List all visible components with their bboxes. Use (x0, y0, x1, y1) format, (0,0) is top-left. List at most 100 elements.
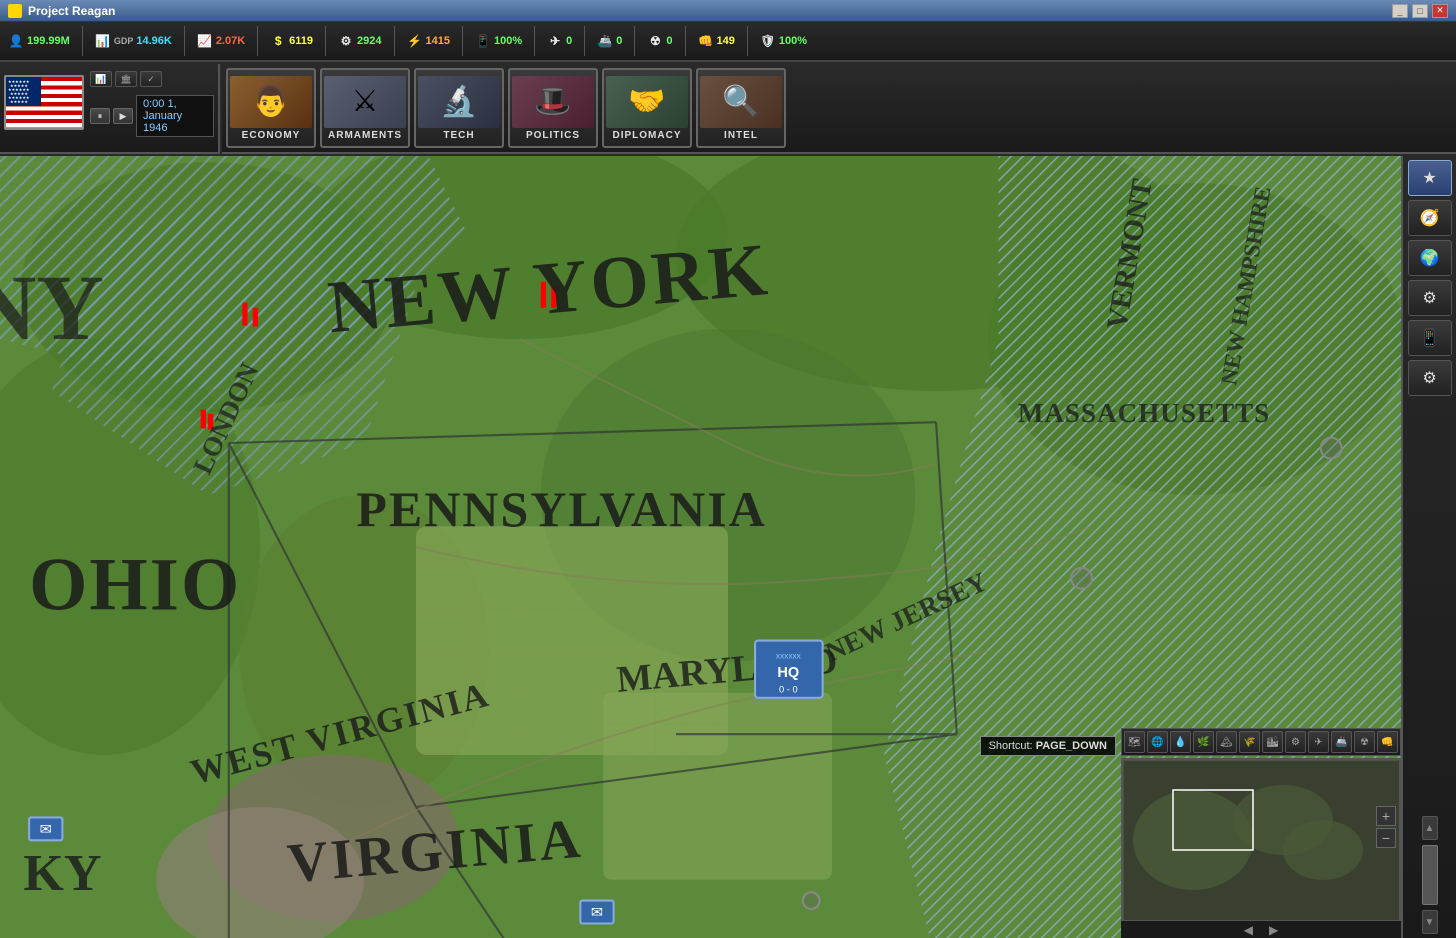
money-icon: $ (270, 33, 286, 49)
minimap-toolbar: 🗺 🌐 💧 🌿 🏔 🌾 🏙 ⚙ ✈ 🚢 ☢ 👊 (1121, 728, 1401, 756)
hud-divider-7 (534, 26, 535, 56)
gdp-value: 14.96K (136, 35, 171, 47)
growth-value: 2.07K (216, 35, 245, 47)
tab-diplomacy-image: 🤝 (606, 76, 688, 128)
hud-growth: 📈 2.07K (197, 33, 245, 49)
zoom-out-button[interactable]: − (1376, 828, 1396, 848)
flag-side-controls: 📊 🏛 ✓ ⏸ ▶ 0:00 1, January 1946 (90, 68, 214, 137)
hud-money: $ 6119 (270, 33, 313, 49)
mm-farm-btn[interactable]: 🌾 (1239, 731, 1260, 753)
close-button[interactable]: ✕ (1432, 4, 1448, 18)
mm-forest-btn[interactable]: 🌿 (1193, 731, 1214, 753)
tab-armaments-figure: ⚔ (352, 84, 379, 119)
air-value: 0 (566, 35, 572, 47)
tab-tech-image: 🔬 (418, 76, 500, 128)
tab-diplomacy-label: DIPLOMACY (613, 130, 682, 141)
mm-water-btn[interactable]: 💧 (1170, 731, 1191, 753)
app-icon (8, 4, 22, 18)
chart-icon-btn[interactable]: 📊 (90, 71, 112, 87)
air-icon: ✈ (547, 33, 563, 49)
defense-icon: 🛡 (760, 33, 776, 49)
game-area: 👤 199.99M 📊 GDP 14.96K 📈 2.07K $ 6119 ⚙ … (0, 22, 1456, 938)
sidebar-scroll-up[interactable]: ▲ (1422, 816, 1438, 840)
shortcut-label: Shortcut: (989, 740, 1033, 752)
svg-text:✉: ✉ (591, 905, 603, 921)
country-flag[interactable]: ★★★★★★ ★★★★★ ★★★★★★ ★★★★★ ★★★★★★ ★★★★★ (4, 75, 84, 130)
play-button[interactable]: ▶ (113, 108, 133, 124)
maximize-button[interactable]: □ (1412, 4, 1428, 18)
check-icon-btn[interactable]: ✓ (140, 71, 162, 87)
svg-text:xxxxxx: xxxxxx (776, 650, 802, 660)
pause-button[interactable]: ⏸ (90, 108, 110, 124)
hud-energy: ⚡ 1415 (407, 33, 450, 49)
tab-economy-figure: 👨 (252, 84, 289, 119)
sidebar-scrollbar[interactable] (1422, 845, 1438, 905)
mm-mountain-btn[interactable]: 🏔 (1216, 731, 1237, 753)
mm-military-btn[interactable]: 👊 (1377, 731, 1398, 753)
tab-intel[interactable]: 🔍 INTEL (696, 68, 786, 148)
nuclear-icon: ☢ (647, 33, 663, 49)
mm-terrain-btn[interactable]: 🗺 (1124, 731, 1145, 753)
hud-naval: 🚢 0 (597, 33, 622, 49)
minimap-arrows: ◀ ▶ (1121, 920, 1401, 938)
hud-industry: ⚙ 2924 (338, 33, 381, 49)
sidebar-star-button[interactable]: ★ (1408, 160, 1452, 196)
tab-tech-figure: 🔬 (440, 84, 477, 119)
sidebar-scroll-down[interactable]: ▼ (1422, 910, 1438, 934)
zoom-in-button[interactable]: + (1376, 806, 1396, 826)
tab-armaments-image: ⚔ (324, 76, 406, 128)
military-value: 149 (717, 35, 735, 47)
controls-row: ⏸ ▶ 0:00 1, January 1946 (90, 95, 214, 137)
hud-divider-10 (685, 26, 686, 56)
tab-politics[interactable]: 🎩 POLITICS (508, 68, 598, 148)
tab-armaments-label: ARMAMENTS (328, 130, 402, 141)
tab-tech-label: TECH (443, 130, 474, 141)
left-panel: ★★★★★★ ★★★★★ ★★★★★★ ★★★★★ ★★★★★★ ★★★★★ 📊… (0, 64, 220, 154)
sidebar-globe-button[interactable]: 🌍 (1408, 240, 1452, 276)
svg-text:★★★★★: ★★★★★ (10, 99, 28, 104)
tech-value: 100% (494, 35, 522, 47)
mm-industry-btn[interactable]: ⚙ (1285, 731, 1306, 753)
tab-tech[interactable]: 🔬 TECH (414, 68, 504, 148)
date-display: 0:00 1, January 1946 (136, 95, 214, 137)
tech-icon: 📱 (475, 33, 491, 49)
minimap-svg (1123, 760, 1399, 922)
mm-city-btn[interactable]: 🏙 (1262, 731, 1283, 753)
tab-bar: 👨 ECONOMY ⚔ ARMAMENTS 🔬 TECH 🎩 POLITICS … (222, 64, 1456, 154)
energy-value: 1415 (426, 35, 450, 47)
population-value: 199.99M (27, 35, 70, 47)
minimize-button[interactable]: _ (1392, 4, 1408, 18)
hud-divider-9 (634, 26, 635, 56)
svg-text:0 - 0: 0 - 0 (779, 685, 798, 695)
icon-row: 📊 🏛 ✓ (90, 71, 214, 87)
svg-text:PENNSYLVANIA: PENNSYLVANIA (356, 482, 766, 537)
industry-icon: ⚙ (338, 33, 354, 49)
sidebar-compass-button[interactable]: 🧭 (1408, 200, 1452, 236)
hud-tech: 📱 100% (475, 33, 522, 49)
naval-value: 0 (616, 35, 622, 47)
tab-intel-label: INTEL (724, 130, 758, 141)
hud-defense: 🛡 100% (760, 33, 807, 49)
tab-armaments[interactable]: ⚔ ARMAMENTS (320, 68, 410, 148)
mm-naval-btn[interactable]: 🚢 (1331, 731, 1352, 753)
tab-diplomacy-figure: 🤝 (628, 84, 665, 119)
building-icon-btn[interactable]: 🏛 (115, 71, 137, 87)
mm-globe-btn[interactable]: 🌐 (1147, 731, 1168, 753)
sidebar-gear-button[interactable]: ⚙ (1408, 280, 1452, 316)
mm-air-btn[interactable]: ✈ (1308, 731, 1329, 753)
minimap-scroll-left[interactable]: ◀ (1236, 923, 1261, 937)
sidebar-phone-button[interactable]: 📱 (1408, 320, 1452, 356)
minimap-scroll-right[interactable]: ▶ (1261, 923, 1286, 937)
flag-container: ★★★★★★ ★★★★★ ★★★★★★ ★★★★★ ★★★★★★ ★★★★★ 📊… (4, 68, 214, 137)
sidebar-settings-button[interactable]: ⚙ (1408, 360, 1452, 396)
tab-diplomacy[interactable]: 🤝 DIPLOMACY (602, 68, 692, 148)
mm-nuclear-btn[interactable]: ☢ (1354, 731, 1375, 753)
shortcut-tooltip: Shortcut: PAGE_DOWN (980, 736, 1116, 756)
minimap[interactable] (1121, 758, 1401, 938)
tab-intel-figure: 🔍 (722, 84, 759, 119)
hud-divider-6 (462, 26, 463, 56)
tab-politics-image: 🎩 (512, 76, 594, 128)
tab-economy[interactable]: 👨 ECONOMY (226, 68, 316, 148)
tab-economy-image: 👨 (230, 76, 312, 128)
military-icon: 👊 (698, 33, 714, 49)
